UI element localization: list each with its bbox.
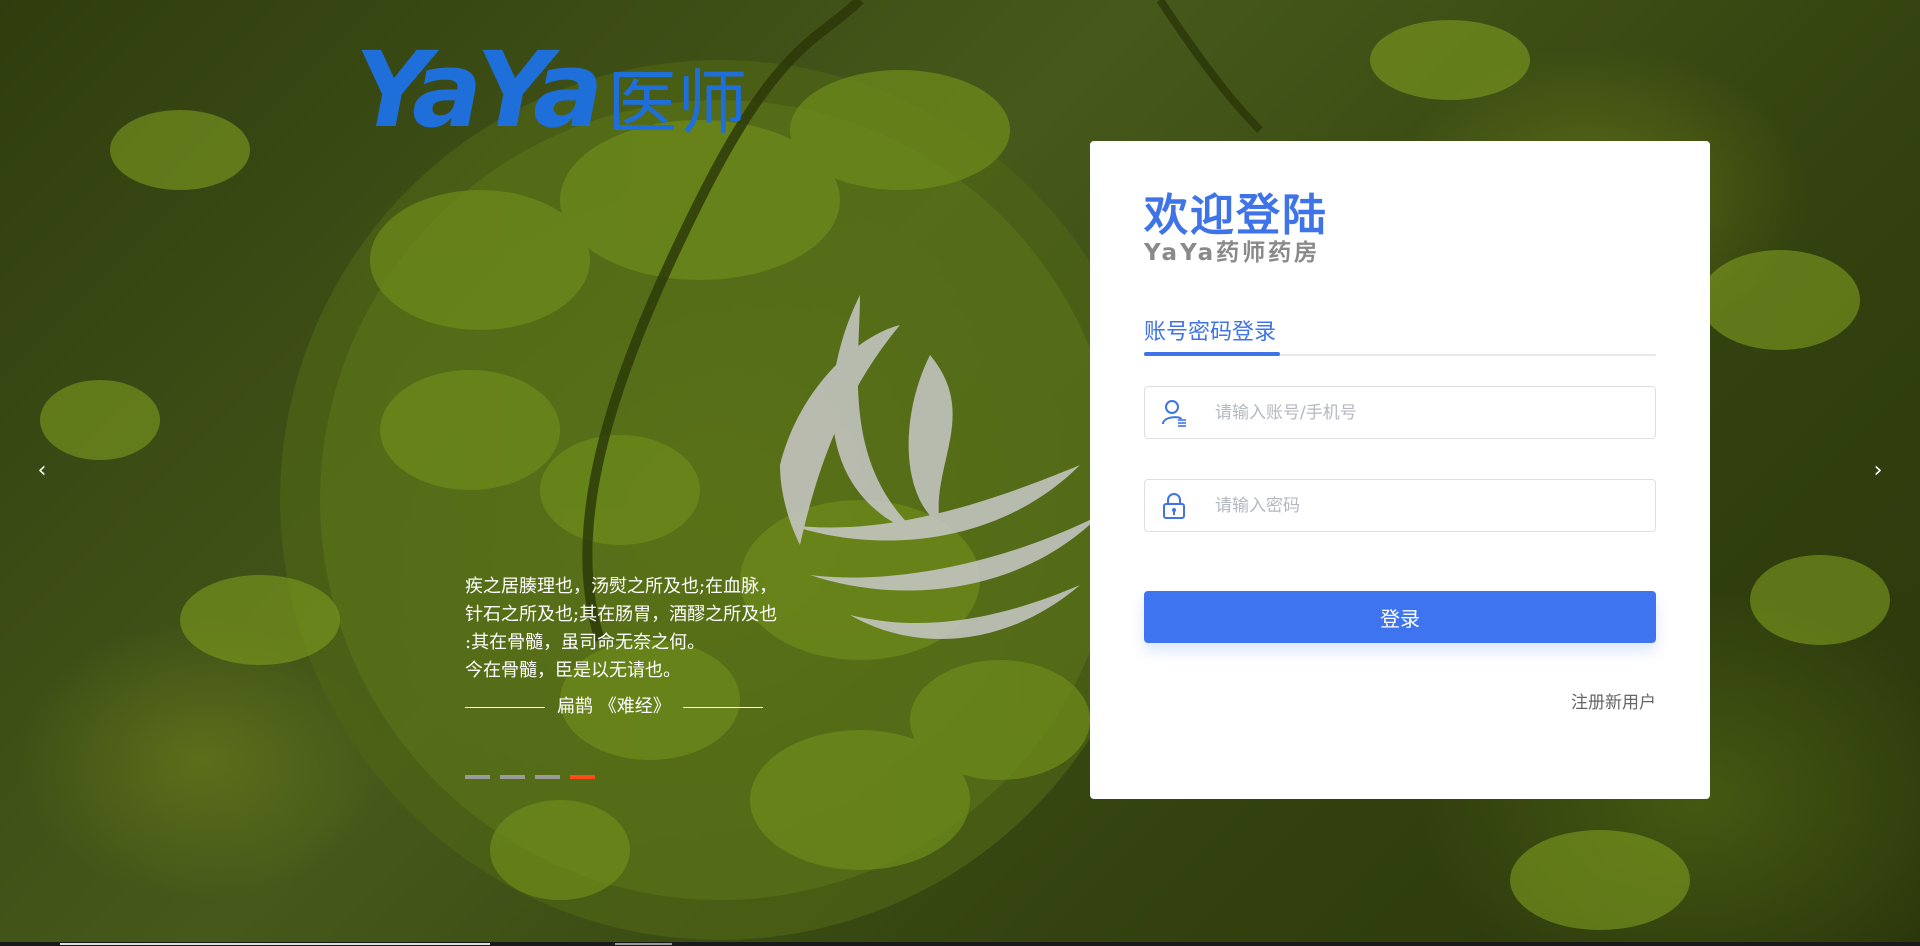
logo-latin-text: YaYa <box>355 29 603 151</box>
quote-line: 今在骨髓，臣是以无请也。 <box>465 660 681 681</box>
divider <box>682 706 763 708</box>
carousel-dot[interactable] <box>465 775 490 779</box>
carousel-dot[interactable] <box>570 775 595 779</box>
chevron-left-icon: ‹ <box>37 458 47 483</box>
quote-block: 疾之居腠理也，汤熨之所及也;在血脉， 针石之所及也;其在肠胃，酒醪之所及也 :其… <box>465 573 825 721</box>
chevron-right-icon: › <box>1873 458 1883 483</box>
quote-author-name: 扁鹊 《难经》 <box>557 696 671 717</box>
bottom-strip <box>0 942 1920 946</box>
divider <box>465 706 545 708</box>
lock-icon <box>1145 492 1203 520</box>
app-logo: YaYa 医师 <box>355 38 747 142</box>
carousel-prev-button[interactable]: ‹ <box>30 456 54 486</box>
username-input[interactable] <box>1203 387 1655 438</box>
login-tabs: 账号密码登录 <box>1144 314 1656 356</box>
quote-line: :其在骨髓，虽司命无奈之何。 <box>465 632 706 653</box>
login-card: 欢迎登陆 YaYa药师药房 账号密码登录 登录 <box>1090 141 1710 799</box>
quote-author: 扁鹊 《难经》 <box>465 693 825 721</box>
carousel-next-button[interactable]: › <box>1866 456 1890 486</box>
bottom-strip-segment <box>615 943 672 945</box>
active-tab-underline <box>1144 352 1280 356</box>
carousel-indicators <box>465 775 595 779</box>
user-icon <box>1145 399 1203 427</box>
quote-line: 针石之所及也;其在肠胃，酒醪之所及也 <box>465 604 778 625</box>
welcome-subtitle: YaYa药师药房 <box>1144 240 1321 266</box>
logo-cn-text: 医师 <box>607 62 748 144</box>
tab-account-password[interactable]: 账号密码登录 <box>1144 314 1276 352</box>
password-input[interactable] <box>1203 480 1655 531</box>
login-button[interactable]: 登录 <box>1144 591 1656 643</box>
quote-line: 疾之居腠理也，汤熨之所及也;在血脉， <box>465 576 778 597</box>
carousel-dot[interactable] <box>535 775 560 779</box>
register-link[interactable]: 注册新用户 <box>1571 688 1656 713</box>
username-field <box>1144 386 1656 439</box>
carousel-dot[interactable] <box>500 775 525 779</box>
bottom-strip-segment <box>60 943 490 945</box>
password-field <box>1144 479 1656 532</box>
